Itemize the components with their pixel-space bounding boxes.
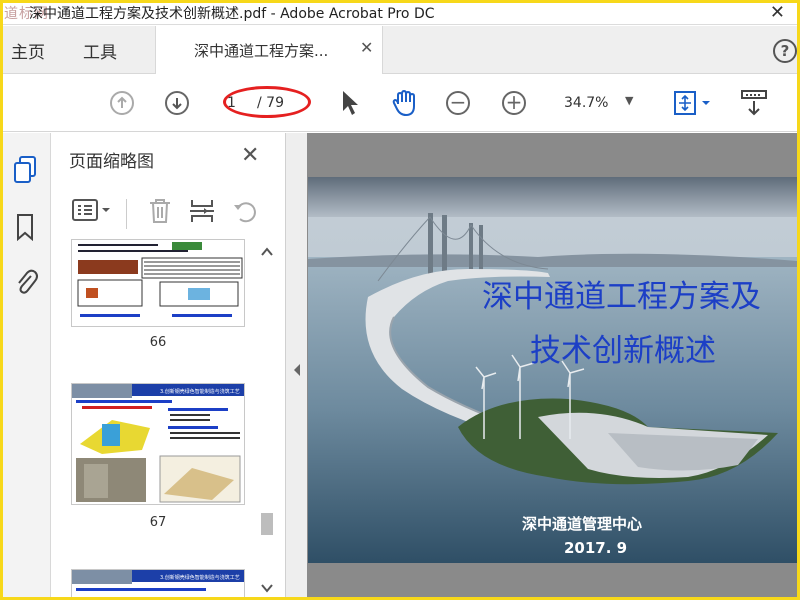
read-mode-button[interactable] bbox=[739, 89, 769, 121]
thumbnail-heading: 3.创新钢壳绿色智能制造与浇筑工艺 bbox=[160, 574, 240, 581]
hand-icon bbox=[392, 89, 415, 117]
previous-page-button[interactable] bbox=[110, 91, 134, 115]
zoom-in-button[interactable]: + bbox=[502, 91, 526, 115]
zoom-level[interactable]: 34.7% bbox=[564, 95, 608, 111]
page-thumbnails-button[interactable] bbox=[12, 155, 38, 189]
title-bar: 道标网 深中通道工程方案及技术创新概述.pdf - Adobe Acrobat … bbox=[3, 3, 797, 25]
bookmarks-button[interactable] bbox=[14, 213, 36, 245]
select-tool-button[interactable] bbox=[340, 89, 360, 121]
insert-page-button[interactable] bbox=[188, 197, 216, 229]
attachments-button[interactable] bbox=[13, 267, 39, 301]
thumbnail-68-preview: 3.创新钢壳绿色智能制造与浇筑工艺 bbox=[72, 570, 244, 597]
select-cursor-icon bbox=[343, 91, 358, 115]
toolbar: 1 / 79 − + 34.7% ▼ bbox=[3, 75, 797, 132]
thumbnail-66-preview bbox=[72, 240, 244, 326]
options-icon bbox=[72, 199, 110, 221]
thumbnail-scrollbar[interactable] bbox=[259, 243, 275, 597]
document-viewer[interactable]: 深中通道工程方案及 技术创新概述 深中通道管理中心 2017. 9 bbox=[307, 133, 797, 597]
cover-image bbox=[308, 177, 797, 563]
help-icon[interactable]: ? bbox=[773, 39, 797, 63]
zoom-out-icon: − bbox=[449, 90, 467, 114]
menu-bar: 主页 工具 深中通道工程方案... ✕ ? bbox=[3, 26, 797, 74]
rotate-icon bbox=[234, 202, 256, 223]
panel-splitter[interactable] bbox=[286, 133, 307, 597]
collapse-arrow-icon[interactable] bbox=[292, 363, 302, 377]
delete-page-button[interactable] bbox=[147, 197, 173, 229]
thumbnail-67-preview: 3.创新钢壳绿色智能制造与浇筑工艺 bbox=[72, 384, 244, 504]
tab-close-button[interactable]: ✕ bbox=[360, 38, 373, 57]
fit-page-icon bbox=[674, 91, 710, 115]
insert-page-icon bbox=[190, 200, 214, 222]
fit-page-button[interactable] bbox=[673, 90, 713, 120]
thumbnail-panel: 页面缩略图 ✕ 66 3.创新钢壳绿色智能制造与浇筑工艺 67 3.创新钢壳绿色… bbox=[51, 133, 286, 597]
tab-document[interactable]: 深中通道工程方案... ✕ bbox=[155, 26, 383, 74]
panel-close-button[interactable]: ✕ bbox=[241, 143, 259, 168]
window-close-button[interactable]: ✕ bbox=[770, 3, 785, 23]
thumbnail-page-68[interactable]: 3.创新钢壳绿色智能制造与浇筑工艺 bbox=[71, 569, 245, 597]
zoom-dropdown-icon[interactable]: ▼ bbox=[625, 94, 633, 107]
tools-menu[interactable]: 工具 bbox=[83, 38, 117, 63]
app-window: 道标网 深中通道工程方案及技术创新概述.pdf - Adobe Acrobat … bbox=[3, 3, 797, 597]
thumbnail-heading: 3.创新钢壳绿色智能制造与浇筑工艺 bbox=[160, 388, 240, 395]
left-rail bbox=[3, 133, 51, 597]
document-date: 2017. 9 bbox=[564, 539, 628, 557]
panel-title: 页面缩略图 bbox=[69, 152, 154, 172]
thumbnail-label: 66 bbox=[149, 335, 167, 350]
document-title-line1: 深中通道工程方案及 bbox=[482, 279, 761, 315]
up-arrow-icon bbox=[117, 96, 127, 108]
bookmark-icon bbox=[17, 214, 33, 242]
thumbnail-label: 67 bbox=[149, 515, 167, 530]
tab-document-label: 深中通道工程方案... bbox=[194, 42, 329, 60]
delete-icon bbox=[150, 199, 170, 223]
thumbnail-options-button[interactable] bbox=[71, 197, 111, 227]
document-page: 深中通道工程方案及 技术创新概述 深中通道管理中心 2017. 9 bbox=[308, 177, 797, 563]
attachment-icon bbox=[18, 269, 38, 294]
rotate-page-button[interactable] bbox=[231, 197, 259, 229]
thumbnail-list[interactable]: 66 3.创新钢壳绿色智能制造与浇筑工艺 67 3.创新钢壳绿色智能制造与浇筑工… bbox=[51, 239, 286, 597]
thumbnail-page-67[interactable]: 3.创新钢壳绿色智能制造与浇筑工艺 bbox=[71, 383, 245, 505]
thumbnail-page-66[interactable] bbox=[71, 239, 245, 327]
panel-toolbar bbox=[51, 189, 286, 239]
down-arrow-icon bbox=[172, 98, 182, 110]
window-title: 深中通道工程方案及技术创新概述.pdf - Adobe Acrobat Pro … bbox=[29, 6, 435, 22]
thumbnails-icon bbox=[14, 156, 36, 183]
next-page-button[interactable] bbox=[165, 91, 189, 115]
hand-tool-button[interactable] bbox=[390, 88, 420, 122]
home-menu[interactable]: 主页 bbox=[11, 38, 45, 63]
red-highlight-ellipse bbox=[223, 86, 311, 118]
document-title-line2: 技术创新概述 bbox=[530, 333, 716, 369]
toolbar-divider bbox=[126, 199, 127, 229]
zoom-in-icon: + bbox=[505, 90, 523, 114]
scrollbar-track bbox=[261, 247, 273, 593]
read-mode-icon bbox=[741, 90, 767, 116]
document-organization: 深中通道管理中心 bbox=[522, 515, 643, 533]
zoom-out-button[interactable]: − bbox=[446, 91, 470, 115]
